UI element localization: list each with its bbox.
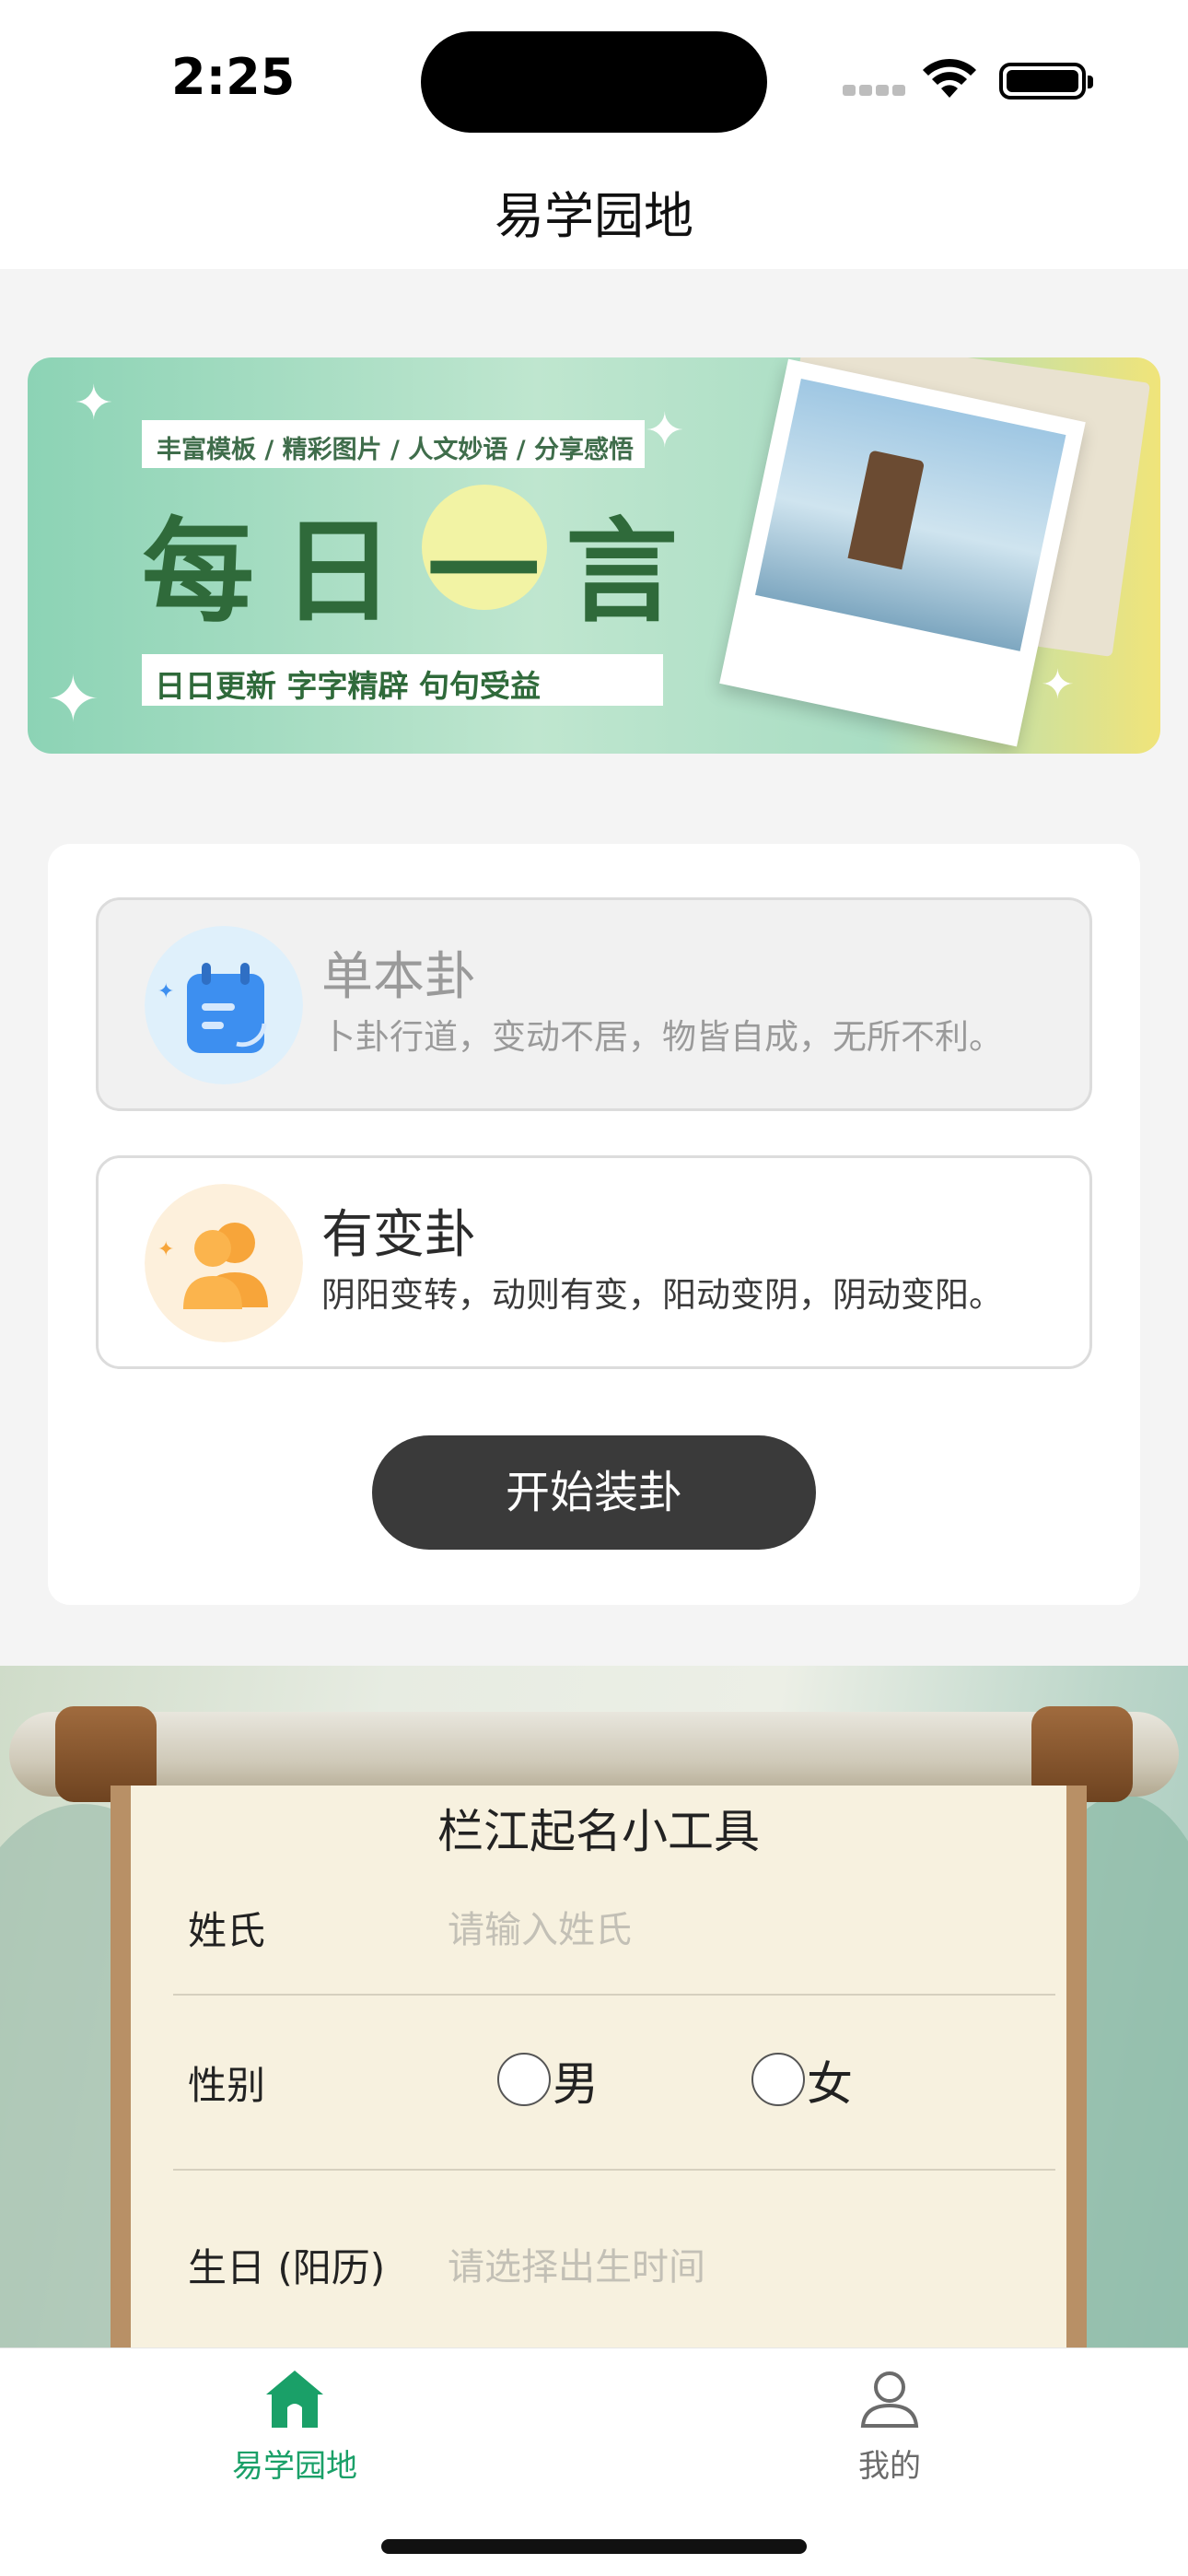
banner-tagline: 丰富模板 / 精彩图片 / 人文妙语 / 分享感悟 xyxy=(142,420,645,468)
gender-row: 性别 男 女 xyxy=(173,1996,1055,2171)
option-changing-hexagram[interactable]: ✦ 有变卦 阴阳变转，动则有变，阳动变阴，阴动变阳。 xyxy=(96,1155,1092,1369)
scroll-paper: 栏江起名小工具 姓氏 请输入姓氏 性别 男 女 生日 (阳历) 请选择出生时间 xyxy=(111,1786,1087,2348)
option-single-hexagram[interactable]: ✦ 单本卦 卜卦行道，变动不居，物皆自成，无所不利。 xyxy=(96,897,1092,1111)
calendar-icon: ✦ xyxy=(145,926,303,1084)
birthday-label: 生日 (阳历) xyxy=(188,2245,386,2290)
users-icon: ✦ xyxy=(145,1184,303,1342)
gender-male-radio[interactable] xyxy=(497,2053,551,2106)
naming-tool-title: 栏江起名小工具 xyxy=(437,1805,760,1858)
option-description: 卜卦行道，变动不居，物皆自成，无所不利。 xyxy=(321,1017,1003,1057)
status-bar: 2:25 xyxy=(0,0,1188,147)
surname-input[interactable]: 请输入姓氏 xyxy=(448,1900,632,1953)
battery-icon xyxy=(999,63,1093,100)
home-icon xyxy=(266,2371,323,2428)
birthday-row: 生日 (阳历) 请选择出生时间 xyxy=(173,2171,1055,2346)
user-icon xyxy=(860,2371,919,2428)
dynamic-island xyxy=(421,31,767,133)
option-title: 有变卦 xyxy=(321,1205,476,1265)
page-title: 易学园地 xyxy=(495,187,693,245)
gender-female-label[interactable]: 女 xyxy=(807,2047,853,2113)
hexagram-card: ✦ 单本卦 卜卦行道，变动不居，物皆自成，无所不利。 ✦ 有变卦 阴阳变转，动则… xyxy=(48,844,1140,1605)
gender-male-label[interactable]: 男 xyxy=(553,2047,599,2113)
banner-heading: 每 日 一 言 xyxy=(142,477,694,638)
banner-heading-char: 日 xyxy=(282,505,394,638)
banner-heading-char: 一 xyxy=(427,505,540,638)
banner-photo xyxy=(719,358,1086,747)
gender-female-radio[interactable] xyxy=(751,2053,805,2106)
sparkle-icon: ✦ xyxy=(645,404,685,459)
tab-home[interactable]: 易学园地 xyxy=(193,2367,396,2505)
naming-tool-section: 栏江起名小工具 姓氏 请输入姓氏 性别 男 女 生日 (阳历) 请选择出生时间 xyxy=(0,1666,1188,2348)
option-description: 阴阳变转，动则有变，阳动变阴，阴动变阳。 xyxy=(321,1275,1003,1315)
surname-label: 姓氏 xyxy=(188,1908,266,1953)
option-title: 单本卦 xyxy=(321,947,476,1007)
surname-row: 姓氏 请输入姓氏 xyxy=(173,1854,1055,1996)
navigation-bar: 易学园地 xyxy=(0,147,1188,269)
scroll-roller xyxy=(9,1706,1179,1802)
tab-profile-label: 我的 xyxy=(858,2448,921,2485)
gender-label: 性别 xyxy=(188,2063,266,2108)
svg-text:✦: ✦ xyxy=(157,1238,174,1261)
birthday-picker[interactable]: 请选择出生时间 xyxy=(448,2237,705,2290)
banner-heading-char: 每 xyxy=(142,505,254,638)
status-time: 2:25 xyxy=(171,48,296,106)
svg-text:✦: ✦ xyxy=(157,980,174,1003)
banner-subtitle: 日日更新 字字精辟 句句受益 xyxy=(142,654,663,706)
home-indicator xyxy=(381,2539,807,2554)
daily-quote-banner[interactable]: ✦ ✦ ✦ 丰富模板 / 精彩图片 / 人文妙语 / 分享感悟 每 日 一 言 … xyxy=(28,357,1160,754)
sparkle-icon: ✦ xyxy=(46,662,100,737)
cellular-signal-icon xyxy=(843,85,905,96)
sparkle-icon: ✦ xyxy=(74,376,114,431)
banner-heading-char: 言 xyxy=(565,505,678,638)
tab-profile[interactable]: 我的 xyxy=(788,2367,991,2505)
tab-home-label: 易学园地 xyxy=(232,2448,357,2485)
wifi-icon xyxy=(923,58,976,98)
start-divination-button[interactable]: 开始装卦 xyxy=(372,1435,816,1550)
sparkle-icon: ✦ xyxy=(1041,662,1075,708)
